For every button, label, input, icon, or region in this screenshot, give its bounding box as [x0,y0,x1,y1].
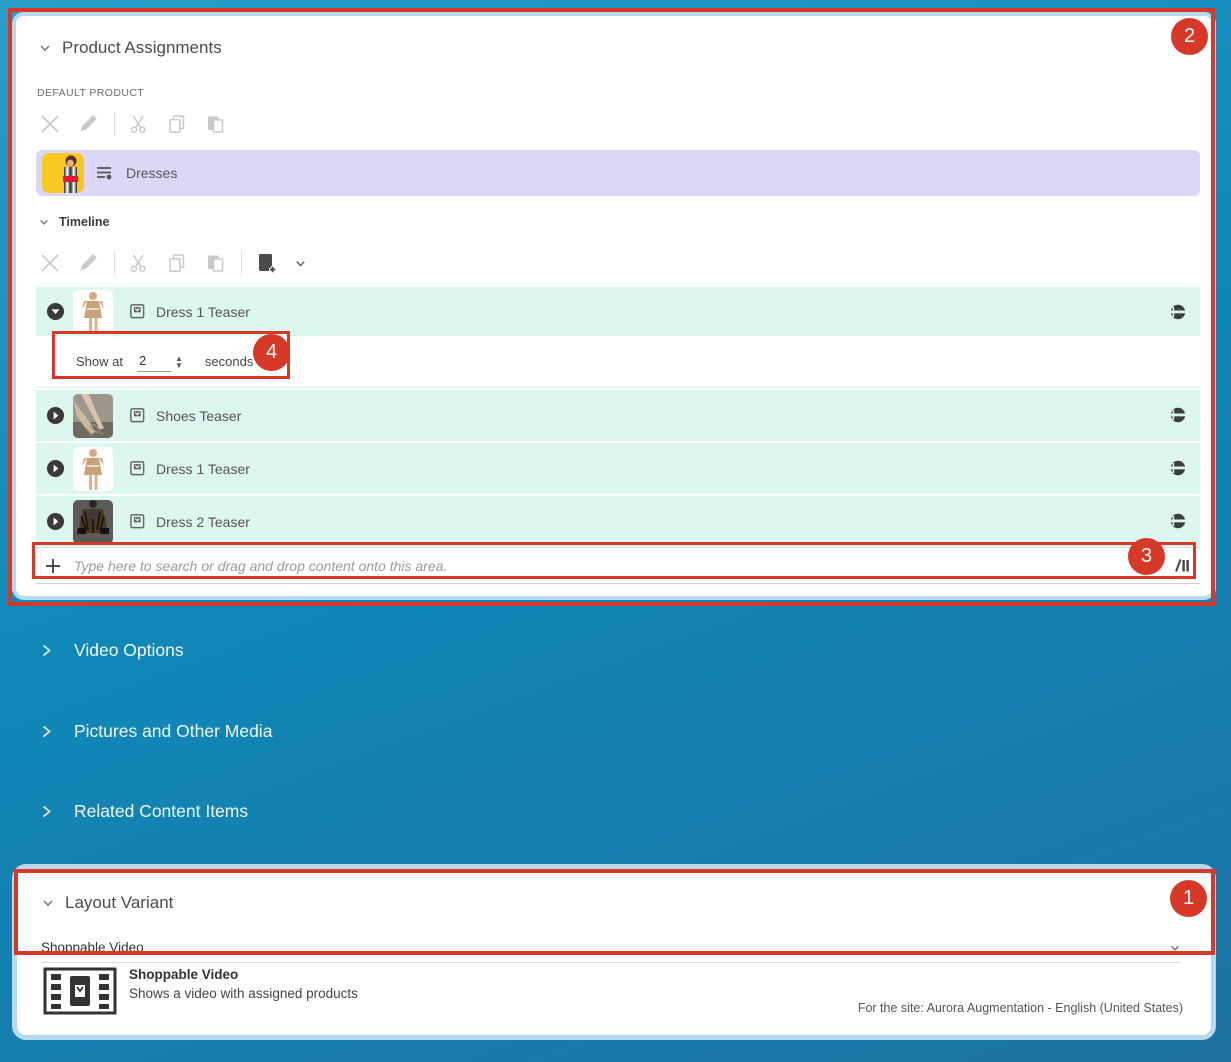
timeline-item-dress2[interactable]: Dress 2 Teaser [36,496,1200,547]
chevron-down-icon [41,896,55,910]
layout-variant-panel: Layout Variant Shoppable Video Shoppable… [12,864,1216,1040]
section-label: Related Content Items [74,801,248,822]
show-at-label: Show at [76,354,123,369]
dress2-thumbnail [73,500,113,544]
cut-icon[interactable] [127,251,151,275]
option-title: Shoppable Video [129,967,358,982]
timeline-title: Timeline [59,215,109,229]
chevron-right-icon [40,724,53,739]
section-label: Pictures and Other Media [74,721,272,742]
show-at-stepper[interactable]: ▲ ▼ [175,355,183,369]
timeline-item-title: Dress 2 Teaser [156,514,250,530]
seconds-label: seconds [205,354,253,369]
section-video-options[interactable]: Video Options [40,640,184,661]
cut-icon[interactable] [127,112,151,136]
teaser-type-icon [129,513,146,530]
layout-variant-header[interactable]: Layout Variant [41,893,173,913]
toolbar-separator [114,251,115,275]
remove-icon[interactable] [38,251,62,275]
remove-icon[interactable] [38,112,62,136]
timeline-search-input[interactable] [74,558,1173,574]
toolbar-separator [241,251,242,275]
timeline-item-dress1-2[interactable]: Dress 1 Teaser [36,443,1200,494]
open-library-icon[interactable] [1173,558,1190,573]
category-icon [96,165,114,181]
dresses-thumbnail [42,153,84,193]
timeline-item-dress1-details: Show at ▲ ▼ seconds [36,336,1200,388]
copy-icon[interactable] [165,112,189,136]
paste-icon[interactable] [203,251,227,275]
copy-icon[interactable] [165,251,189,275]
chevron-down-icon [38,216,50,228]
add-content-icon[interactable] [254,251,278,275]
teaser-type-icon [129,407,146,424]
chevron-down-icon [38,41,52,55]
section-title: Product Assignments [62,38,222,58]
teaser-type-icon [129,460,146,477]
timeline-list: Dress 1 Teaser Show at ▲ ▼ seconds [36,287,1200,584]
section-label: Video Options [74,640,184,661]
product-assignments-header[interactable]: Product Assignments [38,38,222,58]
timeline-header[interactable]: Timeline [38,215,109,229]
default-product-item[interactable]: Dresses [36,150,1200,196]
shoppable-video-icon [43,967,117,1015]
layout-variant-option: Shoppable Video Shows a video with assig… [43,967,358,1015]
option-description: Shows a video with assigned products [129,986,358,1001]
expand-icon[interactable] [46,512,65,531]
toolbar-separator [114,112,115,136]
layout-variant-select[interactable]: Shoppable Video [41,933,1181,963]
timeline-search-row [36,547,1200,584]
expand-icon[interactable] [46,406,65,425]
default-product-label: DEFAULT PRODUCT [37,87,144,99]
section-related-content[interactable]: Related Content Items [40,801,248,822]
teaser-type-icon [129,303,146,320]
levels-icon[interactable] [1170,460,1186,481]
chevron-down-icon[interactable] [288,251,312,275]
site-note: For the site: Aurora Augmentation - Engl… [858,1001,1183,1015]
step-down-icon[interactable]: ▼ [175,362,183,369]
add-icon[interactable] [44,557,62,575]
dress1-thumbnail [73,447,113,491]
layout-variant-selected-value: Shoppable Video [41,940,144,955]
section-pictures-media[interactable]: Pictures and Other Media [40,721,272,742]
paste-icon[interactable] [203,112,227,136]
edit-icon[interactable] [76,251,100,275]
dress1-thumbnail [73,290,113,334]
expand-icon[interactable] [46,459,65,478]
levels-icon[interactable] [1170,513,1186,534]
levels-icon[interactable] [1170,407,1186,428]
chevron-right-icon [40,804,53,819]
default-product-name: Dresses [126,165,177,181]
timeline-item-title: Shoes Teaser [156,408,241,424]
timeline-item-dress1[interactable]: Dress 1 Teaser [36,287,1200,336]
timeline-item-shoes[interactable]: Shoes Teaser [36,390,1200,441]
product-assignments-panel: Product Assignments DEFAULT PRODUCT Dres… [12,12,1216,600]
default-product-toolbar [38,112,241,136]
timeline-item-title: Dress 1 Teaser [156,304,250,320]
levels-icon[interactable] [1170,304,1186,325]
section-title: Layout Variant [65,893,173,913]
show-at-input[interactable] [137,351,171,372]
chevron-down-icon [1169,942,1181,954]
timeline-toolbar [38,251,326,275]
timeline-item-title: Dress 1 Teaser [156,461,250,477]
edit-icon[interactable] [76,112,100,136]
collapse-expander-icon[interactable] [46,302,65,321]
shoes-thumbnail [73,394,113,438]
chevron-right-icon [40,643,53,658]
